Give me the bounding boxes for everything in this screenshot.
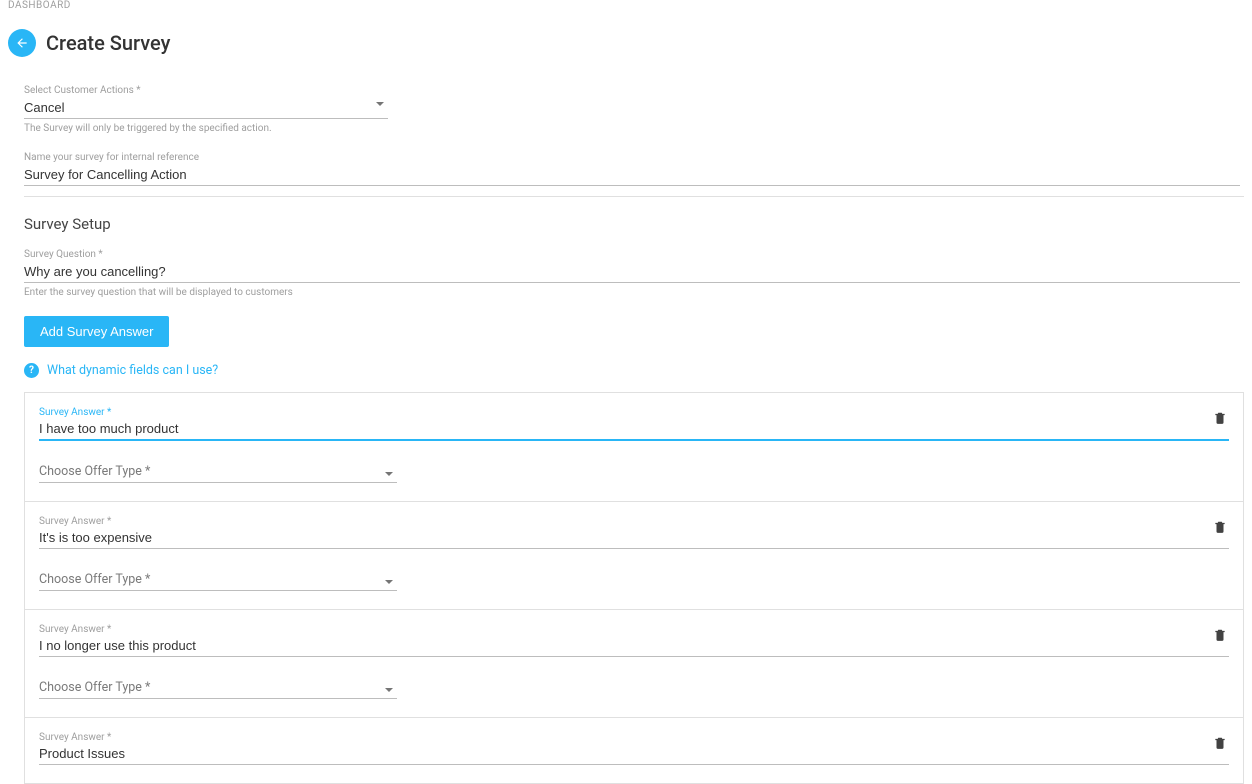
survey-answer-input[interactable] [39,635,1229,657]
survey-answer-label: Survey Answer * [39,732,1229,743]
chevron-down-icon [385,688,393,692]
survey-answer-label: Survey Answer * [39,407,1229,418]
survey-answer-input[interactable] [39,743,1229,765]
breadcrumb[interactable]: DASHBOARD [0,0,1252,11]
add-survey-answer-button[interactable]: Add Survey Answer [24,316,169,347]
survey-name-field: Name your survey for internal reference [24,152,1244,186]
customer-actions-select[interactable] [24,96,388,119]
survey-answer-input[interactable] [39,418,1229,441]
survey-name-input[interactable] [24,163,1240,186]
delete-answer-button[interactable] [1213,409,1229,429]
answer-card: Survey Answer * [24,718,1244,784]
divider [24,196,1244,197]
trash-icon [1213,734,1227,752]
customer-actions-helper: The Survey will only be triggered by the… [24,123,1244,134]
back-button[interactable] [8,29,36,57]
chevron-down-icon [385,472,393,476]
choose-offer-type-select[interactable]: Choose Offer Type * [39,461,397,483]
help-link-row: ? What dynamic fields can I use? [24,363,1244,378]
survey-answer-label: Survey Answer * [39,516,1229,527]
dynamic-fields-help-link[interactable]: What dynamic fields can I use? [47,363,218,378]
answer-card: Survey Answer * Choose Offer Type * [24,610,1244,718]
delete-answer-button[interactable] [1213,734,1229,754]
answer-card: Survey Answer * Choose Offer Type * [24,502,1244,610]
trash-icon [1213,409,1227,427]
arrow-left-icon [15,36,29,50]
delete-answer-button[interactable] [1213,626,1229,646]
survey-setup-heading: Survey Setup [24,215,1244,233]
delete-answer-button[interactable] [1213,518,1229,538]
survey-answer-label: Survey Answer * [39,624,1229,635]
survey-question-input[interactable] [24,260,1240,283]
trash-icon [1213,518,1227,536]
survey-name-label: Name your survey for internal reference [24,152,1244,163]
help-icon: ? [24,363,39,378]
survey-question-field: Survey Question * Enter the survey quest… [24,249,1244,298]
survey-question-label: Survey Question * [24,249,1244,260]
answer-card: Survey Answer * Choose Offer Type * [24,393,1244,502]
page-header: Create Survey [8,29,1244,57]
trash-icon [1213,626,1227,644]
customer-actions-label: Select Customer Actions * [24,85,1244,96]
customer-actions-field: Select Customer Actions * The Survey wil… [24,85,1244,134]
survey-answer-input[interactable] [39,527,1229,549]
chevron-down-icon [385,580,393,584]
survey-question-helper: Enter the survey question that will be d… [24,287,1244,298]
choose-offer-type-select[interactable]: Choose Offer Type * [39,569,397,591]
choose-offer-type-select[interactable]: Choose Offer Type * [39,677,397,699]
page-title: Create Survey [46,31,170,55]
